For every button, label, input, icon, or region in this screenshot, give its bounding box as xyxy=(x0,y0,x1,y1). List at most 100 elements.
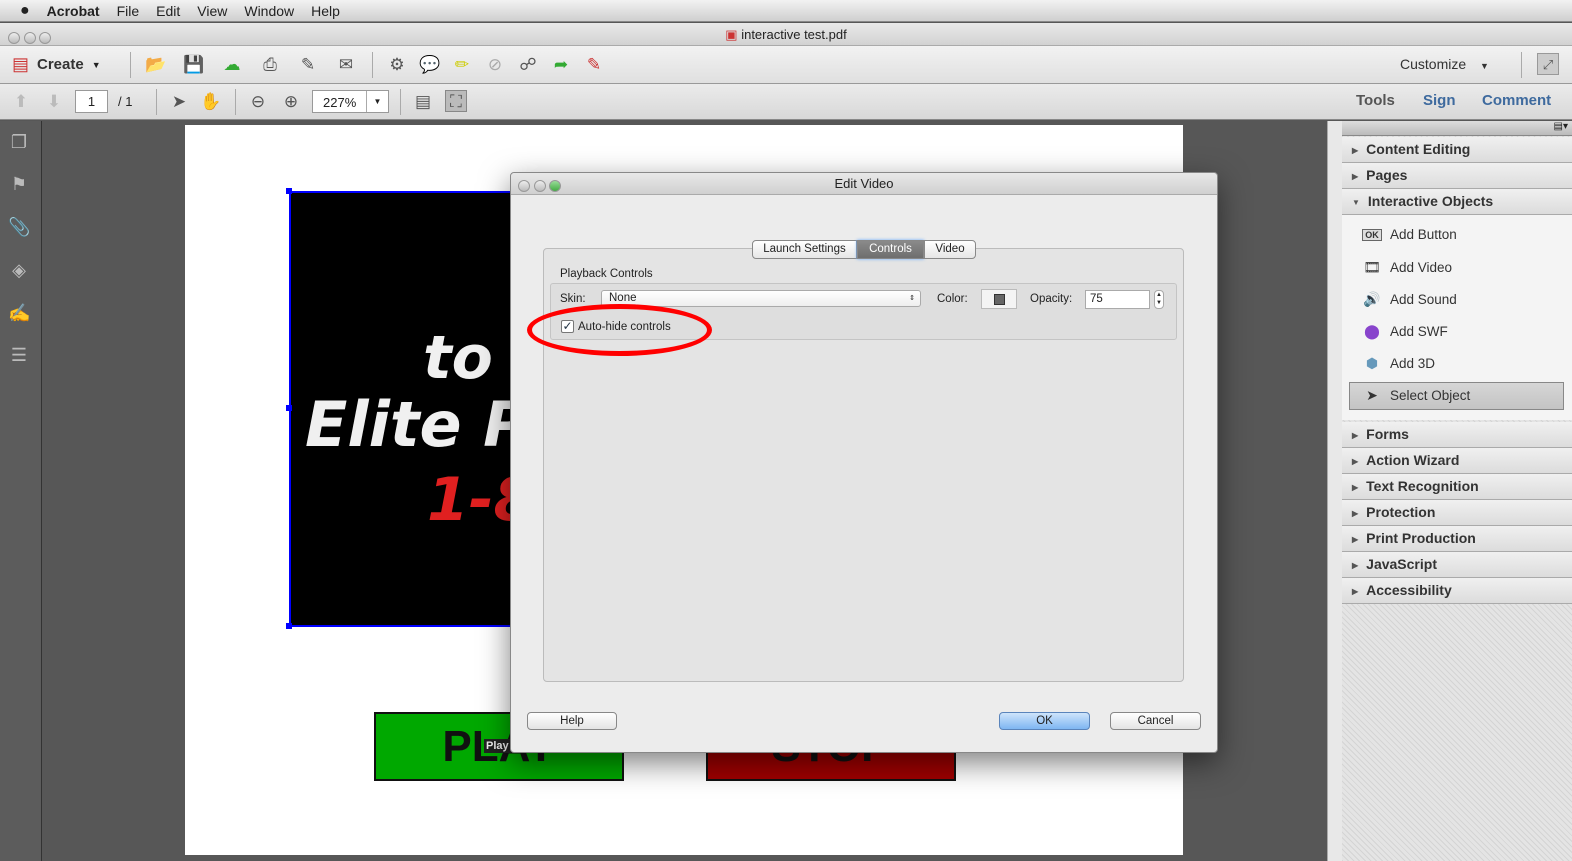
export-icon[interactable]: ➦ xyxy=(550,54,572,76)
section-interactive-objects[interactable]: ▼ Interactive Objects xyxy=(1342,189,1572,215)
add-button-item[interactable]: OK Add Button xyxy=(1362,227,1457,242)
add-3d-item[interactable]: ⬢ Add 3D xyxy=(1362,355,1435,372)
zoom-out-icon[interactable]: ⊖ xyxy=(247,91,269,113)
section-content-editing[interactable]: ▶ Content Editing xyxy=(1342,137,1572,163)
add-swf-item[interactable]: ⬤ Add SWF xyxy=(1362,323,1448,340)
help-button[interactable]: Help xyxy=(527,712,617,730)
section-label: Pages xyxy=(1366,167,1408,183)
cloud-upload-icon[interactable]: ☁ xyxy=(221,54,243,76)
section-label: Interactive Objects xyxy=(1367,193,1494,209)
tab-video[interactable]: Video xyxy=(924,240,976,259)
tab-sign[interactable]: Sign xyxy=(1423,92,1456,109)
page-thumbnails-icon[interactable]: ❐ xyxy=(8,131,30,153)
section-label: Action Wizard xyxy=(1366,452,1460,468)
page-number-input[interactable]: 1 xyxy=(75,90,108,113)
create-button[interactable]: ▤ Create ▼ xyxy=(12,54,101,75)
item-label: Add Button xyxy=(1390,227,1457,242)
item-label: Add SWF xyxy=(1390,324,1448,339)
menu-app[interactable]: Acrobat xyxy=(47,3,100,19)
menu-edit[interactable]: Edit xyxy=(156,3,180,19)
bookmark-icon[interactable]: ⚑ xyxy=(8,173,30,195)
section-label: Protection xyxy=(1366,504,1436,520)
section-label: Forms xyxy=(1366,426,1409,442)
resize-handle[interactable] xyxy=(286,188,292,194)
zoom-window-button[interactable] xyxy=(39,32,52,44)
signatures-icon[interactable]: ✍ xyxy=(8,302,30,324)
section-print-production[interactable]: ▶ Print Production xyxy=(1342,526,1572,552)
next-page-icon[interactable]: ⬇ xyxy=(43,91,65,113)
menu-file[interactable]: File xyxy=(117,3,140,19)
opacity-stepper[interactable]: ▲ ▼ xyxy=(1154,290,1164,309)
section-accessibility[interactable]: ▶ Accessibility xyxy=(1342,578,1572,604)
edit-document-icon[interactable]: ✎ xyxy=(297,54,319,76)
opacity-label: Opacity: xyxy=(1030,293,1073,305)
fullscreen-icon[interactable]: ⤢ xyxy=(1537,53,1559,75)
speaker-icon: 🔊 xyxy=(1363,291,1381,307)
apple-icon[interactable]: ● xyxy=(20,2,30,20)
window-title: interactive test.pdf xyxy=(741,27,847,42)
open-icon[interactable]: 📂 xyxy=(145,54,167,76)
section-label: Content Editing xyxy=(1366,141,1471,157)
zoom-in-icon[interactable]: ⊕ xyxy=(280,91,302,113)
dialog-close-button[interactable] xyxy=(518,180,530,192)
fit-width-icon[interactable]: ▤ xyxy=(412,91,434,113)
tab-tools[interactable]: Tools xyxy=(1356,92,1395,109)
previous-page-icon[interactable]: ⬆ xyxy=(10,91,32,113)
resize-handle[interactable] xyxy=(286,623,292,629)
tab-comment[interactable]: Comment xyxy=(1482,92,1551,109)
window-titlebar: ▣ interactive test.pdf xyxy=(0,23,1572,46)
content-icon[interactable]: ☰ xyxy=(8,344,30,366)
section-protection[interactable]: ▶ Protection xyxy=(1342,500,1572,526)
save-icon[interactable]: 💾 xyxy=(183,54,205,76)
section-action-wizard[interactable]: ▶ Action Wizard xyxy=(1342,448,1572,474)
fit-page-icon[interactable]: ⛶ xyxy=(445,90,467,112)
close-window-button[interactable] xyxy=(8,32,20,44)
menu-window[interactable]: Window xyxy=(244,3,294,19)
add-video-item[interactable]: 🎞 Add Video xyxy=(1362,259,1452,276)
section-text-recognition[interactable]: ▶ Text Recognition xyxy=(1342,474,1572,500)
chevron-down-icon: ▼ xyxy=(366,91,388,112)
menu-bar: ● Acrobat File Edit View Window Help xyxy=(0,0,1572,22)
add-sound-item[interactable]: 🔊 Add Sound xyxy=(1362,291,1457,308)
hand-tool-icon[interactable]: ✋ xyxy=(200,91,222,113)
minimize-window-button[interactable] xyxy=(23,32,36,44)
dialog-minimize-button[interactable] xyxy=(533,180,546,192)
color-picker[interactable] xyxy=(981,289,1017,309)
ok-button-icon: OK xyxy=(1362,228,1382,241)
email-icon[interactable]: ✉ xyxy=(335,54,357,76)
select-tool-icon[interactable]: ➤ xyxy=(168,91,190,113)
dialog-zoom-button[interactable] xyxy=(549,180,562,192)
gear-icon[interactable]: ⚙ xyxy=(386,54,408,76)
layers-icon[interactable]: ◈ xyxy=(8,259,30,281)
playback-controls-label: Playback Controls xyxy=(560,268,653,280)
section-forms[interactable]: ▶ Forms xyxy=(1342,422,1572,448)
attachment-icon[interactable]: 📎 xyxy=(8,216,30,238)
print-icon[interactable]: ⎙ xyxy=(259,54,281,76)
swf-icon: ⬤ xyxy=(1364,323,1380,339)
redact-icon[interactable]: ⊘ xyxy=(484,54,506,76)
resize-handle[interactable] xyxy=(286,405,292,411)
ocr-icon[interactable]: ☍ xyxy=(517,54,539,76)
cancel-button[interactable]: Cancel xyxy=(1110,712,1201,730)
zoom-select[interactable]: 227% ▼ xyxy=(312,90,389,113)
tab-launch-settings[interactable]: Launch Settings xyxy=(752,240,857,259)
menu-view[interactable]: View xyxy=(197,3,227,19)
section-label: Accessibility xyxy=(1366,582,1452,598)
menu-help[interactable]: Help xyxy=(311,3,340,19)
vertical-scrollbar[interactable] xyxy=(1327,121,1342,861)
opacity-input[interactable]: 75 xyxy=(1085,290,1150,309)
panel-header: ▤▾ xyxy=(1342,121,1572,136)
tab-controls[interactable]: Controls xyxy=(857,240,924,259)
form-edit-icon[interactable]: ✎ xyxy=(583,54,605,76)
section-label: JavaScript xyxy=(1366,556,1437,572)
section-label: Print Production xyxy=(1366,530,1476,546)
section-pages[interactable]: ▶ Pages xyxy=(1342,163,1572,189)
ok-button[interactable]: OK xyxy=(999,712,1090,730)
dialog-title: Edit Video xyxy=(834,176,894,191)
highlight-icon[interactable]: ✏ xyxy=(451,54,473,76)
annotation-circle xyxy=(527,304,712,356)
section-javascript[interactable]: ▶ JavaScript xyxy=(1342,552,1572,578)
customize-button[interactable]: Customize ▼ xyxy=(1400,56,1489,72)
panel-options-icon[interactable]: ▤▾ xyxy=(1554,121,1568,132)
comment-icon[interactable]: 💬 xyxy=(419,54,441,76)
